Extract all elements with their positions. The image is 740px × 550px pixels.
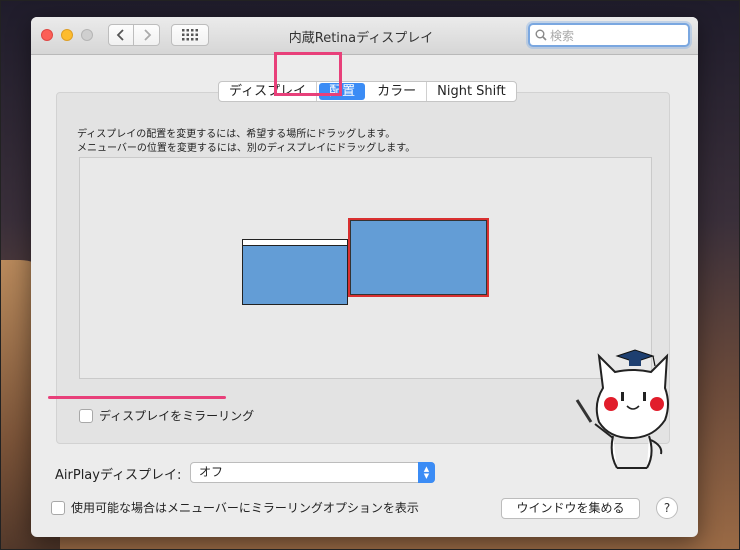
airplay-value: オフ [199, 465, 224, 479]
help-button[interactable]: ? [656, 497, 678, 519]
mirror-displays-checkbox[interactable] [79, 408, 93, 423]
grid-icon [182, 29, 198, 41]
airplay-select[interactable]: オフ ▲ ▼ [190, 462, 435, 483]
instruction-line-1: ディスプレイの配置を変更するには、希望する場所にドラッグします。 [77, 129, 396, 140]
cat-teacher-mascot [575, 349, 669, 469]
select-stepper-icon: ▲ ▼ [418, 462, 435, 483]
search-field[interactable]: 検索 [528, 23, 690, 47]
tab-bar: ディスプレイ 配置 カラー Night Shift [218, 81, 517, 102]
menubar-mirroring-label: 使用可能な場合はメニューバーにミラーリングオプションを表示 [71, 501, 419, 515]
instruction-line-2: メニューバーの位置を変更するには、別のディスプレイにドラッグします。 [77, 143, 416, 154]
window-title: 内蔵Retinaディスプレイ [288, 31, 434, 46]
display-arrangement-area [79, 157, 652, 379]
mirror-displays-row[interactable]: ディスプレイをミラーリング [79, 407, 254, 424]
tab-night-shift[interactable]: Night Shift [427, 82, 516, 101]
mirror-displays-label: ディスプレイをミラーリング [99, 409, 255, 423]
airplay-label: AirPlayディスプレイ: [55, 468, 182, 483]
forward-button[interactable] [134, 24, 160, 46]
display-secondary[interactable] [348, 218, 489, 297]
back-button[interactable] [108, 24, 134, 46]
title-bar: 内蔵Retinaディスプレイ 検索 [31, 17, 698, 55]
display-main[interactable] [242, 239, 348, 305]
mirror-underline-annotation [48, 396, 226, 399]
menu-bar-indicator[interactable] [243, 240, 347, 246]
tab-arrangement[interactable]: 配置 [319, 83, 366, 100]
chevron-right-icon [143, 29, 151, 41]
close-button[interactable] [41, 29, 53, 41]
zoom-button[interactable] [81, 29, 93, 41]
tab-display[interactable]: ディスプレイ [219, 82, 318, 101]
chevron-left-icon [116, 29, 124, 41]
menubar-mirroring-checkbox[interactable] [51, 500, 65, 515]
minimize-button[interactable] [61, 29, 73, 41]
search-placeholder: 検索 [550, 28, 575, 43]
gather-windows-button[interactable]: ウインドウを集める [501, 498, 640, 519]
search-icon [535, 29, 547, 41]
tab-color[interactable]: カラー [367, 82, 428, 101]
menubar-mirroring-option-row[interactable]: 使用可能な場合はメニューバーにミラーリングオプションを表示 [51, 499, 419, 516]
show-all-button[interactable] [171, 24, 209, 46]
